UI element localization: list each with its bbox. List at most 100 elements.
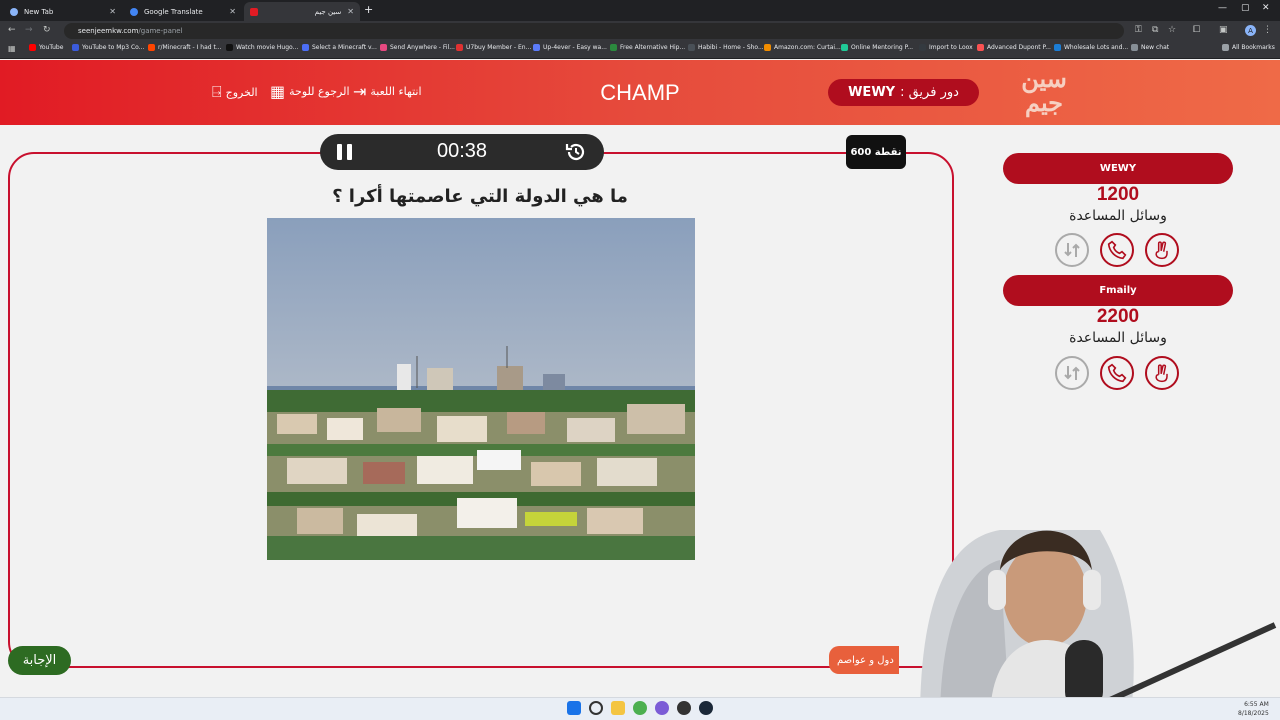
apps-grid-icon[interactable]: ▦	[8, 44, 16, 53]
amazon-icon	[764, 44, 771, 51]
peace-hand-icon	[1155, 364, 1168, 383]
team-name-badge: Fmaily	[1003, 275, 1233, 306]
bookmark-favicon	[919, 44, 926, 51]
bookmark-favicon	[226, 44, 233, 51]
youtube-icon	[29, 44, 36, 51]
back-to-board-label: الرجوع للوحة	[289, 85, 350, 98]
bookmark-favicon	[533, 44, 540, 51]
bookmark-favicon	[456, 44, 463, 51]
exit-label: الخروج	[225, 85, 258, 99]
swap-arrows-icon	[1064, 243, 1080, 257]
bookmark-item[interactable]: Online Mentoring P...	[841, 44, 913, 51]
close-icon[interactable]: ✕	[229, 7, 236, 16]
bookmark-favicon	[1054, 44, 1061, 51]
turn-team-name: WEWY	[848, 85, 896, 100]
team-name-badge: WEWY	[1003, 153, 1233, 184]
bookmark-item[interactable]: r/Minecraft - I had t...	[148, 44, 222, 51]
question-image-city-skyline	[267, 218, 695, 560]
bookmark-item[interactable]: Send Anywhere - Fil...	[380, 44, 455, 51]
tab-new-tab[interactable]: New Tab ✕	[4, 2, 122, 21]
bookmark-favicon	[610, 44, 617, 51]
bookmark-favicon	[1131, 44, 1138, 51]
end-game-label: انتهاء اللعبة	[370, 85, 422, 98]
bookmark-item[interactable]: Import to Loox	[919, 44, 973, 51]
answer-button[interactable]: الإجابة	[8, 646, 71, 675]
bookmark-item[interactable]: U7buy Member - En...	[456, 44, 531, 51]
team-score: 1200	[1096, 184, 1140, 205]
url-field[interactable]: seenjeemkw.com/game-panel	[64, 23, 1124, 39]
translate-page-icon[interactable]: ⧉	[1152, 25, 1158, 35]
two-answers-aid-button[interactable]	[1145, 233, 1179, 267]
team-turn-badge: دور فريق : WEWY	[828, 79, 979, 106]
bookmark-item[interactable]: New chat	[1131, 44, 1169, 51]
tab-seen-jeem[interactable]: سين جيم ✕	[244, 2, 360, 21]
chrome-icon	[10, 7, 18, 16]
two-answers-aid-button[interactable]	[1145, 356, 1179, 390]
profile-avatar[interactable]: A	[1245, 25, 1256, 36]
bookmark-favicon	[380, 44, 387, 51]
swap-question-aid-button[interactable]	[1055, 356, 1089, 390]
bookmark-item[interactable]: Advanced Dupont P...	[977, 44, 1051, 51]
maximize-icon[interactable]: ▢	[1241, 3, 1250, 13]
file-explorer-icon[interactable]	[611, 701, 625, 715]
folder-icon	[1222, 44, 1229, 51]
exit-button[interactable]: ⍈ الخروج	[212, 82, 258, 102]
peace-hand-icon	[1155, 241, 1168, 260]
window-close-icon[interactable]: ✕	[1262, 3, 1270, 13]
aids-label: وسائل المساعدة	[1069, 330, 1167, 346]
bookmark-favicon	[977, 44, 984, 51]
url-host: seenjeemkw.com	[78, 27, 139, 35]
tab-google-translate[interactable]: Google Translate ✕	[124, 2, 242, 21]
back-to-board-button[interactable]: ▦ الرجوع للوحة	[270, 82, 350, 101]
password-key-icon[interactable]: ⚿	[1135, 25, 1142, 35]
turn-label: دور فريق :	[900, 85, 959, 100]
minimize-icon[interactable]: —	[1218, 3, 1227, 13]
bookmark-item[interactable]: YouTube	[29, 44, 63, 51]
bookmark-item[interactable]: Free Alternative Hip...	[610, 44, 685, 51]
sign-in-arrow-icon: ⇥	[353, 82, 367, 101]
browser-tab-bar: New Tab ✕ Google Translate ✕ سين جيم ✕ +…	[0, 0, 1280, 21]
chrome-icon[interactable]	[633, 701, 647, 715]
bookmark-item[interactable]: Watch movie Hugo...	[226, 44, 298, 51]
tab-label: Google Translate	[144, 7, 203, 16]
close-icon[interactable]: ✕	[109, 7, 116, 16]
call-friend-aid-button[interactable]	[1100, 233, 1134, 267]
address-toolbar: ← → ↻ seenjeemkw.com/game-panel ⚿ ⧉ ☆ ⧠ …	[0, 21, 1280, 41]
extensions-icon[interactable]: ⧠	[1193, 25, 1200, 35]
bookmark-item[interactable]: Habibi - Home - Sho...	[688, 44, 764, 51]
all-bookmarks[interactable]: All Bookmarks	[1222, 44, 1275, 51]
steam-icon[interactable]	[699, 701, 713, 715]
bookmark-item[interactable]: Amazon.com: Curtai...	[764, 44, 841, 51]
bookmark-item[interactable]: YouTube to Mp3 Co...	[72, 44, 144, 51]
points-badge: 600 نقطة	[846, 135, 906, 169]
aids-label: وسائل المساعدة	[1069, 208, 1167, 224]
sidebar-icon[interactable]: ▣	[1219, 25, 1228, 35]
reload-icon[interactable]: ↻	[43, 25, 51, 35]
end-game-button[interactable]: ⇥ انتهاء اللعبة	[353, 82, 422, 101]
bookmark-item[interactable]: Up-4ever - Easy wa...	[533, 44, 607, 51]
reset-timer-icon[interactable]	[564, 140, 588, 164]
discord-icon[interactable]	[655, 701, 669, 715]
bookmark-star-icon[interactable]: ☆	[1168, 25, 1176, 35]
call-friend-aid-button[interactable]	[1100, 356, 1134, 390]
site-logo[interactable]: سين جيم	[1016, 67, 1072, 119]
system-clock[interactable]: 6:55 AM 8/18/2025	[1238, 700, 1269, 718]
close-icon[interactable]: ✕	[347, 7, 354, 16]
bookmark-favicon	[841, 44, 848, 51]
timer-bar: 00:38	[320, 134, 604, 170]
forward-arrow-icon[interactable]: →	[25, 25, 33, 35]
menu-kebab-icon[interactable]: ⋮	[1263, 25, 1272, 35]
new-tab-plus-icon[interactable]: +	[364, 3, 373, 16]
bookmarks-bar: ▦ YouTube YouTube to Mp3 Co... r/Minecra…	[0, 41, 1280, 59]
back-arrow-icon[interactable]: ←	[8, 25, 16, 35]
windows-start-icon[interactable]	[567, 701, 581, 715]
bookmark-item[interactable]: Wholesale Lots and...	[1054, 44, 1128, 51]
bookmark-favicon	[72, 44, 79, 51]
swap-question-aid-button[interactable]	[1055, 233, 1089, 267]
bookmark-item[interactable]: Select a Minecraft v...	[302, 44, 377, 51]
site-icon	[250, 7, 258, 16]
search-icon[interactable]	[589, 701, 603, 715]
obs-icon[interactable]	[677, 701, 691, 715]
team-score: 2200	[1096, 306, 1140, 327]
bookmark-favicon	[688, 44, 695, 51]
